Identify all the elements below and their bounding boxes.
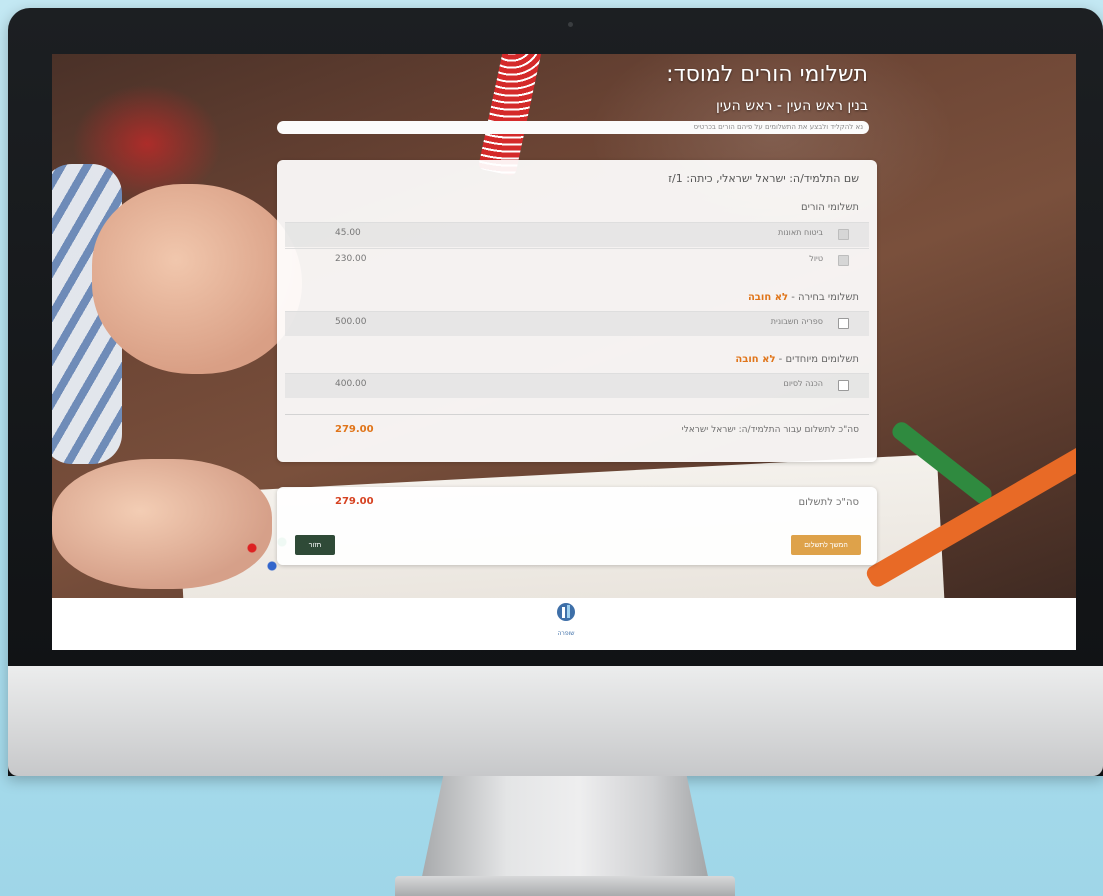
notice-bar: נא להקליד ולבצע את התשלומים על פיהם הורי… <box>277 121 869 134</box>
payments-card: שם התלמיד/ה: ישראל ישראלי, כיתה: 1/ז תשל… <box>277 160 877 462</box>
monitor-stand-base <box>395 876 735 896</box>
monitor-chin <box>8 666 1103 776</box>
payment-amount: 230.00 <box>335 254 367 264</box>
section-title-special-payments: תשלומים מיוחדים - לא חובה <box>735 354 859 365</box>
student-total-row: סה"כ לתשלום עבור התלמיד/ה: ישראל ישראלי … <box>285 414 869 447</box>
payment-label: טיול <box>809 254 823 263</box>
student-total-amount: 279.00 <box>335 424 374 435</box>
page-subtitle: בנין ראש העין - ראש העין <box>715 98 868 114</box>
payment-row: טיול 230.00 <box>285 248 869 273</box>
monitor-stand <box>420 776 710 886</box>
back-button[interactable]: חזור <box>295 535 335 555</box>
payment-checkbox[interactable] <box>838 255 849 266</box>
payment-checkbox[interactable] <box>838 380 849 391</box>
payment-row: הכנה לסיום 400.00 <box>285 373 869 398</box>
grand-total-amount: 279.00 <box>335 496 374 507</box>
payment-amount: 500.00 <box>335 317 367 327</box>
payment-amount: 45.00 <box>335 228 361 238</box>
payment-row: ספריה חשבונית 500.00 <box>285 311 869 336</box>
section-title-elective-payments: תשלומי בחירה - לא חובה <box>747 292 859 303</box>
payment-row: ביטוח תאונות 45.00 <box>285 222 869 247</box>
screen: תשלומי הורים למוסד: בנין ראש העין - ראש … <box>52 54 1076 650</box>
payment-label: ביטוח תאונות <box>778 228 823 237</box>
payment-label: ספריה חשבונית <box>770 317 823 326</box>
payment-amount: 400.00 <box>335 379 367 389</box>
payment-checkbox[interactable] <box>838 318 849 329</box>
payment-checkbox[interactable] <box>838 229 849 240</box>
student-info: שם התלמיד/ה: ישראל ישראלי, כיתה: 1/ז <box>668 172 859 185</box>
brand-logo-icon <box>557 603 575 621</box>
payment-label: הכנה לסיום <box>783 379 823 388</box>
student-total-label: סה"כ לתשלום עבור התלמיד/ה: ישראל ישראלי <box>681 425 859 435</box>
grand-total-label: סה"כ לתשלום <box>798 497 859 508</box>
summary-card: סה"כ לתשלום 279.00 המשך לתשלום חזור <box>277 487 877 565</box>
section-title-parent-payments: תשלומי הורים <box>800 202 859 213</box>
brand-logo-text: שופרה <box>557 630 575 637</box>
camera-dot <box>568 22 573 27</box>
page-title: תשלומי הורים למוסד: <box>666 62 868 87</box>
continue-to-payment-button[interactable]: המשך לתשלום <box>791 535 861 555</box>
